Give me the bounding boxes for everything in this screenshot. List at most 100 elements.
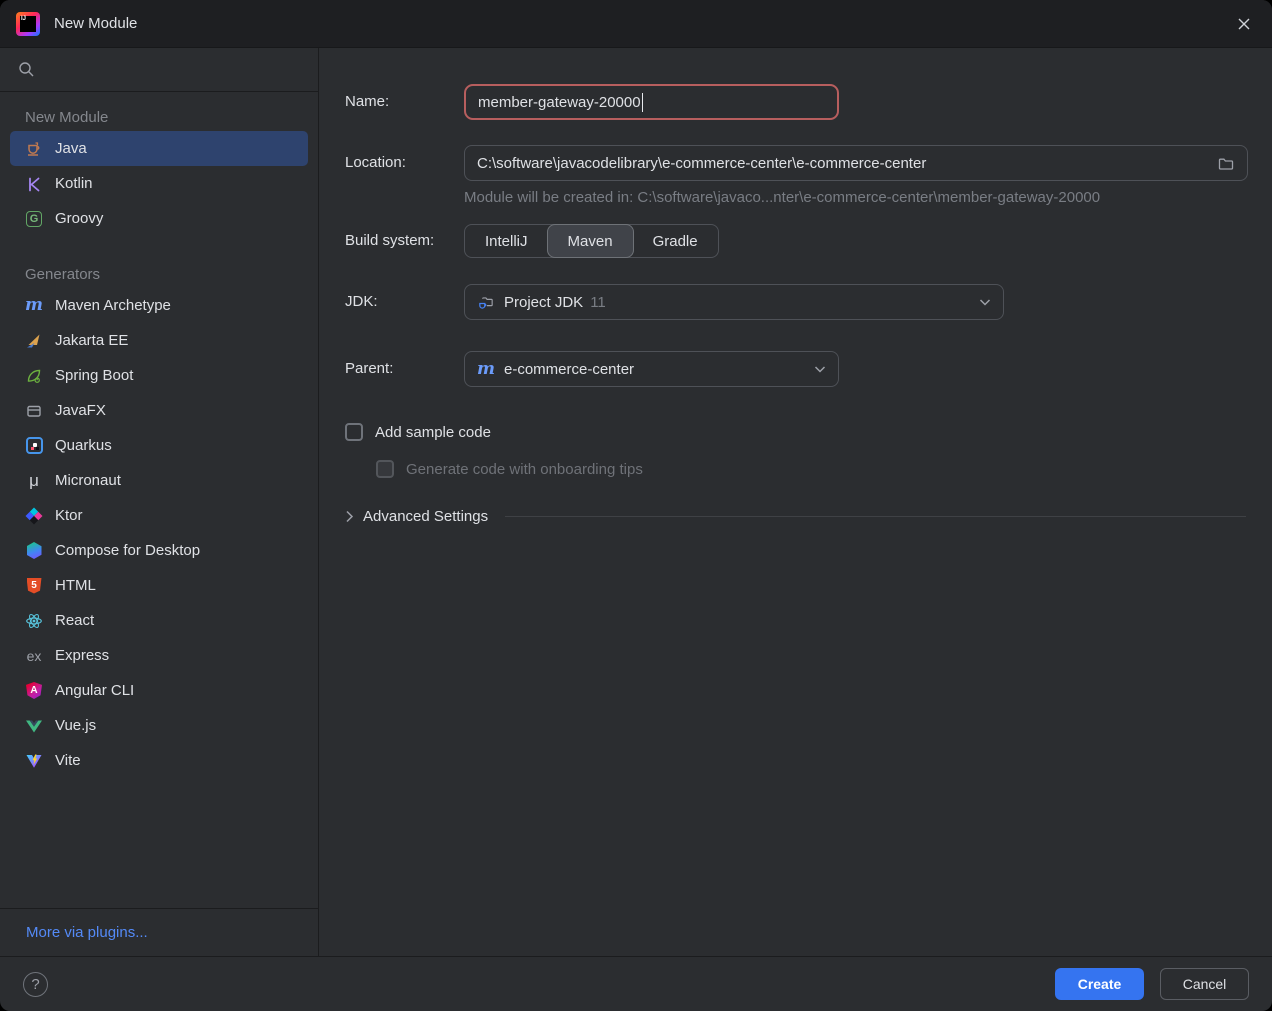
build-system-label: Build system: [345, 232, 435, 249]
sidebar-item-label: Vue.js [55, 717, 97, 734]
chevron-down-icon [814, 365, 826, 374]
react-icon [25, 612, 43, 630]
advanced-settings-toggle[interactable]: Advanced Settings [345, 508, 1246, 525]
html5-icon: 5 [25, 577, 43, 595]
name-input[interactable]: member-gateway-20000 [464, 84, 839, 120]
sidebar-item-java[interactable]: Java [10, 131, 308, 166]
sidebar-item-label: Spring Boot [55, 367, 134, 384]
micronaut-icon: μ [29, 471, 39, 490]
sidebar-item-label: Java [55, 140, 87, 157]
sidebar-item-react[interactable]: React [10, 603, 308, 638]
sidebar-item-label: Maven Archetype [55, 297, 171, 314]
onboarding-tips-label: Generate code with onboarding tips [406, 460, 643, 478]
dialog-footer: ? Create Cancel [0, 956, 1272, 1011]
express-icon: ex [26, 647, 42, 664]
sidebar-item-express[interactable]: ex Express [10, 638, 308, 673]
help-icon[interactable]: ? [23, 971, 48, 997]
sidebar-item-javafx[interactable]: JavaFX [10, 393, 308, 428]
name-value: member-gateway-20000 [478, 93, 641, 111]
close-icon[interactable] [1232, 12, 1256, 36]
chevron-right-icon [345, 510, 354, 523]
sidebar-list: New Module Java Kotlin G Groovy Generato… [0, 92, 318, 908]
sidebar-item-label: HTML [55, 577, 96, 594]
sidebar-item-html[interactable]: 5 HTML [10, 568, 308, 603]
location-input[interactable]: C:\software\javacodelibrary\e-commerce-c… [464, 145, 1248, 181]
sidebar-item-label: JavaFX [55, 402, 106, 419]
angular-icon: A [25, 682, 43, 700]
spring-boot-icon [25, 367, 43, 385]
sidebar-item-label: Angular CLI [55, 682, 135, 699]
sidebar-item-label: Quarkus [55, 437, 112, 454]
maven-archetype-icon: m [25, 295, 43, 315]
parent-label: Parent: [345, 360, 394, 377]
sidebar-item-kotlin[interactable]: Kotlin [10, 166, 308, 201]
dialog-title: New Module [54, 15, 138, 32]
sidebar-item-micronaut[interactable]: μ Micronaut [10, 463, 308, 498]
search-icon [17, 61, 35, 79]
kotlin-icon [25, 175, 43, 193]
vuejs-icon [25, 717, 43, 735]
add-sample-code-checkbox[interactable] [345, 423, 363, 441]
sidebar-item-label: Vite [55, 752, 81, 769]
more-via-plugins-link[interactable]: More via plugins... [26, 924, 148, 941]
maven-module-icon: m [477, 358, 495, 379]
divider [505, 516, 1246, 517]
compose-icon [25, 542, 43, 560]
sidebar-item-label: Jakarta EE [55, 332, 129, 349]
build-system-option-maven[interactable]: Maven [546, 224, 634, 258]
cancel-button[interactable]: Cancel [1160, 968, 1249, 1000]
jakarta-ee-icon [25, 332, 43, 350]
location-hint: Module will be created in: C:\software\j… [464, 189, 1101, 206]
intellij-idea-logo-icon: IJ [16, 11, 40, 36]
build-system-option-gradle[interactable]: Gradle [633, 225, 718, 257]
sidebar-item-angular-cli[interactable]: A Angular CLI [10, 673, 308, 708]
search-bar[interactable] [0, 48, 318, 92]
text-caret [641, 92, 643, 112]
jdk-dropdown[interactable]: Project JDK 11 [464, 284, 1004, 320]
location-label: Location: [345, 154, 406, 171]
sidebar-item-label: Micronaut [55, 472, 121, 489]
more-plugins-section: More via plugins... [0, 908, 318, 956]
sidebar-item-label: Ktor [55, 507, 83, 524]
ktor-icon [25, 507, 43, 525]
sidebar-item-compose-for-desktop[interactable]: Compose for Desktop [10, 533, 308, 568]
section-header-generators: Generators [25, 266, 101, 283]
title-bar: IJ New Module [0, 0, 1272, 48]
sidebar-item-jakarta-ee[interactable]: Jakarta EE [10, 323, 308, 358]
sidebar-item-groovy[interactable]: G Groovy [10, 201, 308, 236]
jdk-folder-icon [477, 293, 495, 311]
chevron-down-icon [979, 298, 991, 307]
sidebar-item-quarkus[interactable]: Quarkus [10, 428, 308, 463]
new-module-form: Name: member-gateway-20000 Location: C:\… [319, 48, 1272, 956]
parent-value: e-commerce-center [504, 360, 635, 378]
sidebar-item-label: React [55, 612, 95, 629]
onboarding-tips-checkbox [376, 460, 394, 478]
sidebar: New Module Java Kotlin G Groovy Generato… [0, 48, 319, 956]
sidebar-item-label: Kotlin [55, 175, 93, 192]
name-label: Name: [345, 93, 390, 110]
section-header-new-module: New Module [25, 109, 109, 126]
sidebar-item-spring-boot[interactable]: Spring Boot [10, 358, 308, 393]
parent-dropdown[interactable]: m e-commerce-center [464, 351, 839, 387]
add-sample-code-label: Add sample code [375, 423, 491, 441]
sidebar-item-vuejs[interactable]: Vue.js [10, 708, 308, 743]
sidebar-item-label: Groovy [55, 210, 104, 227]
groovy-icon: G [25, 210, 43, 228]
sidebar-item-ktor[interactable]: Ktor [10, 498, 308, 533]
sidebar-item-vite[interactable]: Vite [10, 743, 308, 778]
vite-icon [25, 752, 43, 770]
jdk-label: JDK: [345, 293, 378, 310]
location-value: C:\software\javacodelibrary\e-commerce-c… [477, 154, 927, 172]
build-system-option-intellij[interactable]: IntelliJ [465, 225, 548, 257]
browse-folder-icon[interactable] [1214, 152, 1238, 176]
new-module-dialog: IJ New Module New Module Java Kotlin G G… [0, 0, 1272, 1011]
create-button[interactable]: Create [1055, 968, 1144, 1000]
intellij-logo-letters: IJ [21, 15, 27, 22]
jdk-version: 11 [590, 293, 606, 311]
jdk-value: Project JDK [504, 293, 584, 311]
javafx-icon [25, 402, 43, 420]
sidebar-item-label: Compose for Desktop [55, 542, 201, 559]
sidebar-item-label: Express [55, 647, 110, 664]
sidebar-item-maven-archetype[interactable]: m Maven Archetype [10, 288, 308, 323]
advanced-settings-label: Advanced Settings [363, 508, 489, 525]
